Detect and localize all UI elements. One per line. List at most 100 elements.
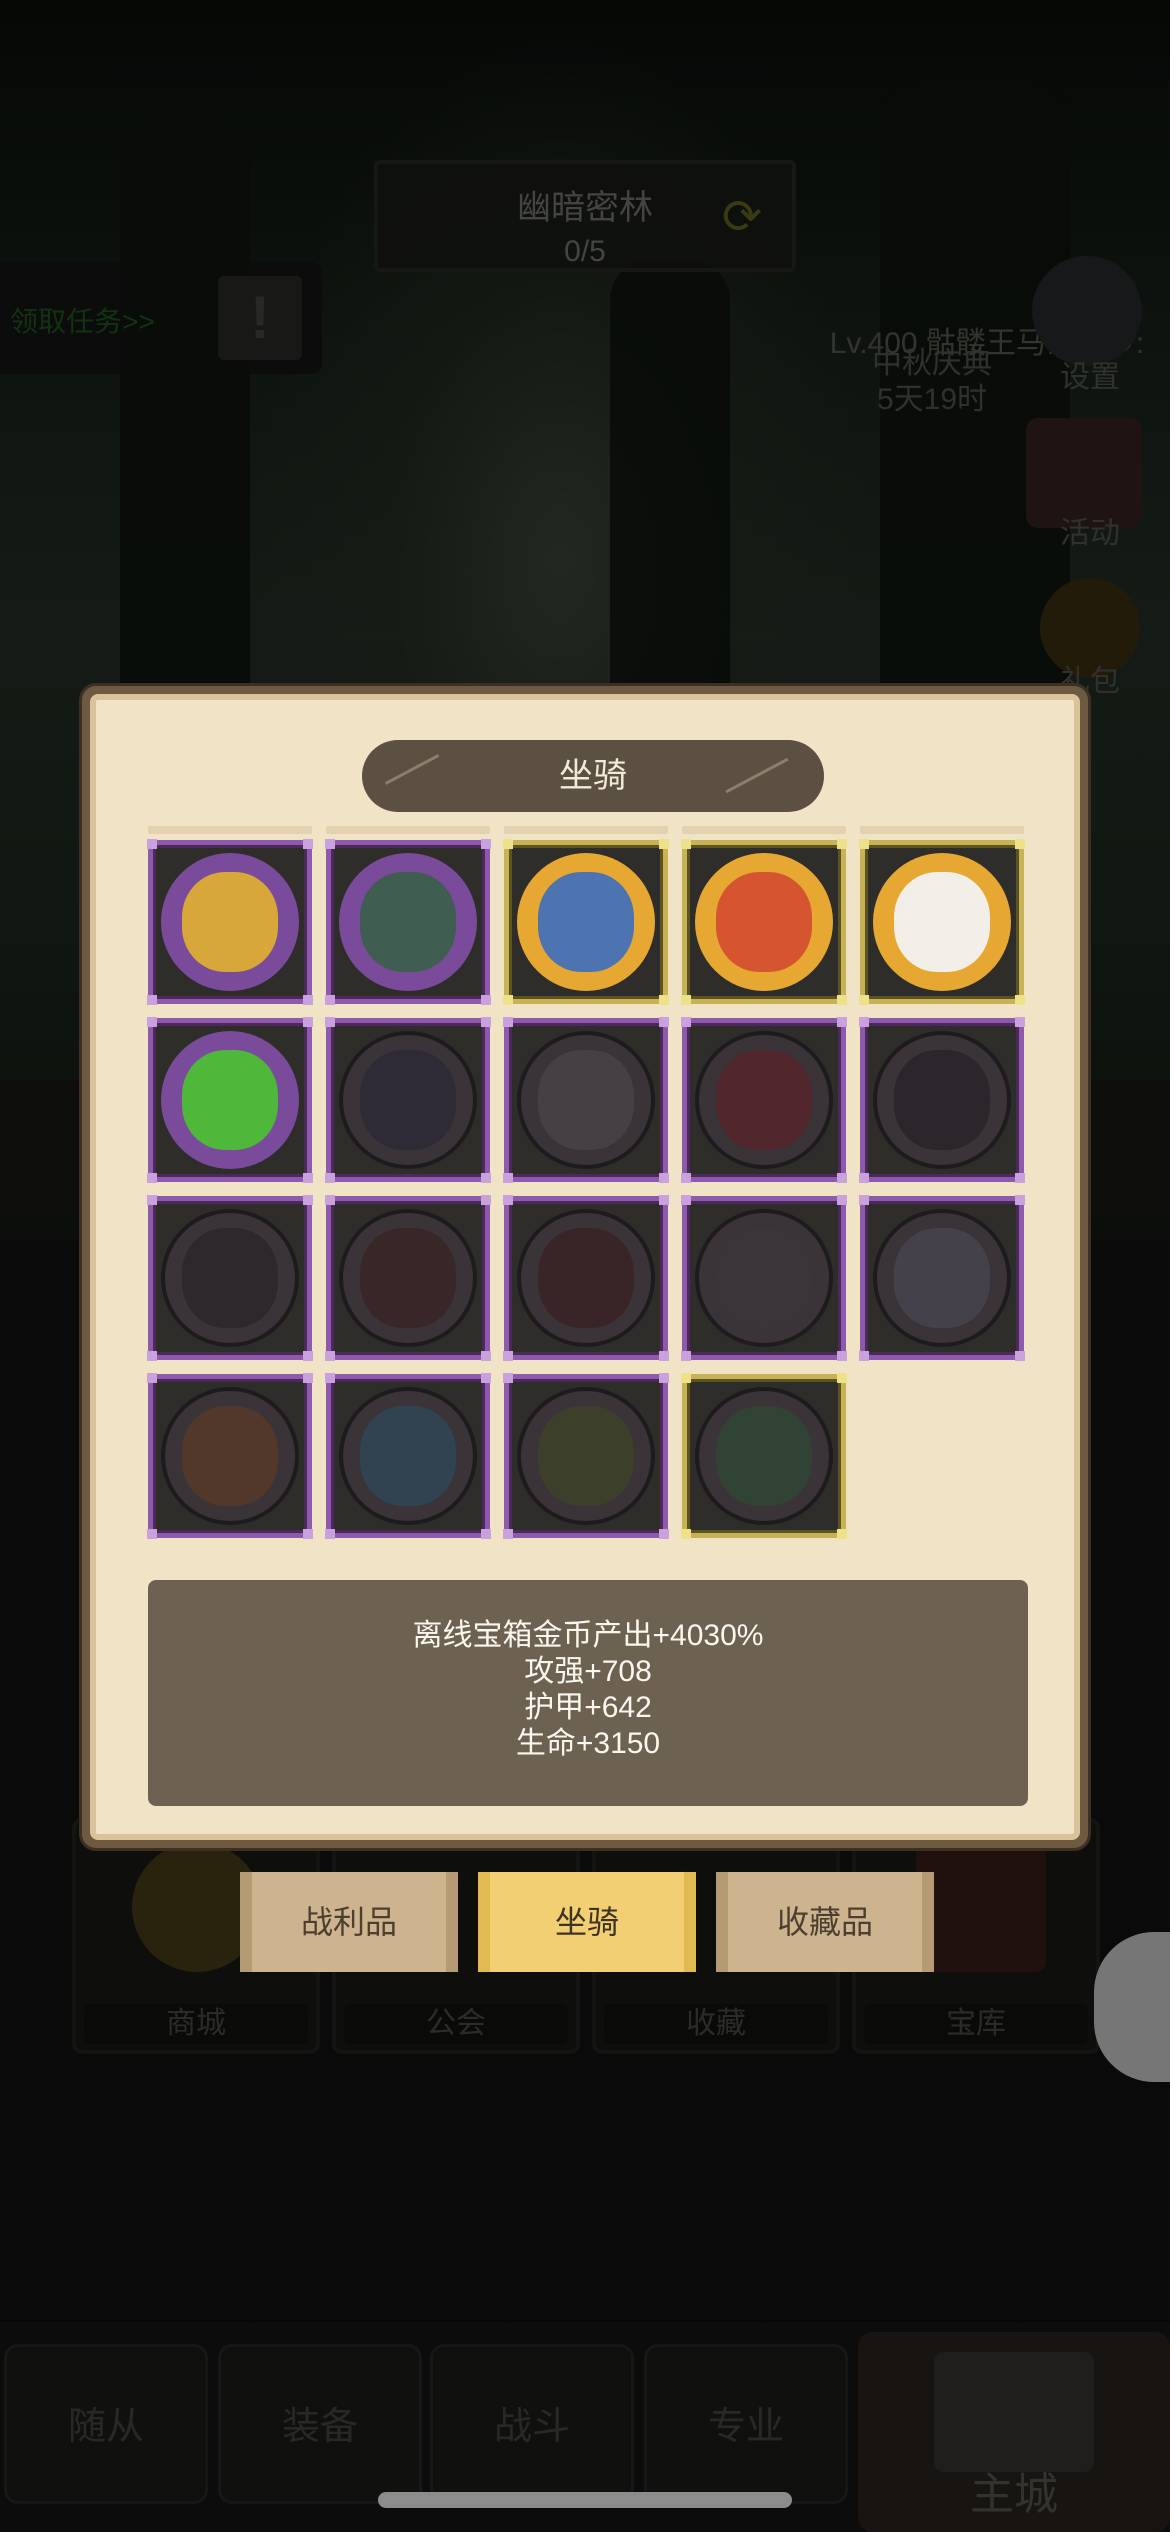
- stat-attack: 攻强+708: [524, 1655, 652, 1688]
- slot-corner: [325, 1017, 335, 1027]
- shelf-divider: [682, 826, 846, 834]
- tab-collectibles[interactable]: 收藏品: [716, 1872, 934, 1972]
- mount-face: [716, 1406, 812, 1506]
- slot-corner: [303, 1351, 313, 1361]
- raven-icon: [339, 1031, 477, 1169]
- hex-turtle-icon: [161, 1387, 299, 1525]
- mount-slot[interactable]: [503, 1195, 669, 1361]
- mount-slot[interactable]: [681, 839, 847, 1005]
- slot-corner: [859, 1351, 869, 1361]
- slot-corner: [325, 1373, 335, 1383]
- slot-corner: [503, 1351, 513, 1361]
- shelf-divider: [148, 826, 312, 834]
- slot-corner: [659, 839, 669, 849]
- mount-slot[interactable]: [147, 1017, 313, 1183]
- silver-knight-icon: [873, 1209, 1011, 1347]
- slot-corner: [147, 1195, 157, 1205]
- slot-corner: [859, 1195, 869, 1205]
- slot-corner: [147, 1373, 157, 1383]
- dark-horse-icon: [517, 1209, 655, 1347]
- mount-slot[interactable]: [147, 1373, 313, 1539]
- slot-corner: [681, 1017, 691, 1027]
- slot-corner: [303, 1195, 313, 1205]
- slot-corner: [659, 1373, 669, 1383]
- mech-beast-icon: [695, 853, 833, 991]
- slot-corner: [1015, 1173, 1025, 1183]
- mount-slot[interactable]: [859, 1195, 1025, 1361]
- slot-corner: [481, 1195, 491, 1205]
- slot-corner: [1015, 1017, 1025, 1027]
- mount-slot[interactable]: [681, 1017, 847, 1183]
- mount-face: [894, 1050, 990, 1150]
- tab-loot[interactable]: 战利品: [240, 1872, 458, 1972]
- panther-icon: [873, 1031, 1011, 1169]
- stat-offline-gold: 离线宝箱金币产出+4030%: [412, 1619, 764, 1652]
- mount-face: [538, 1406, 634, 1506]
- slot-corner: [1015, 839, 1025, 849]
- slot-corner: [837, 1373, 847, 1383]
- slot-corner: [859, 1173, 869, 1183]
- dialog-title: 坐骑: [362, 740, 824, 812]
- slot-corner: [503, 995, 513, 1005]
- mount-slot[interactable]: [147, 1195, 313, 1361]
- slot-corner: [303, 1373, 313, 1383]
- slot-corner: [481, 839, 491, 849]
- slot-corner: [681, 839, 691, 849]
- slot-corner: [147, 839, 157, 849]
- mount-slot[interactable]: [503, 839, 669, 1005]
- slot-corner: [147, 1173, 157, 1183]
- slot-corner: [659, 1017, 669, 1027]
- slot-corner: [481, 1529, 491, 1539]
- dialog-title-text: 坐骑: [559, 757, 627, 795]
- slot-corner: [659, 995, 669, 1005]
- slot-corner: [303, 1017, 313, 1027]
- slot-corner: [503, 1373, 513, 1383]
- slot-corner: [481, 995, 491, 1005]
- armored-beast-icon: [695, 1209, 833, 1347]
- shelf-divider: [860, 826, 1024, 834]
- green-frog-icon: [695, 1387, 833, 1525]
- blue-crystal-icon: [339, 1387, 477, 1525]
- wolf-icon: [517, 1031, 655, 1169]
- mount-face: [716, 1050, 812, 1150]
- mount-slot[interactable]: [325, 1373, 491, 1539]
- mount-slot[interactable]: [503, 1017, 669, 1183]
- slot-corner: [659, 1529, 669, 1539]
- white-fox-icon: [873, 853, 1011, 991]
- slot-corner: [837, 1017, 847, 1027]
- mount-face: [538, 1050, 634, 1150]
- mount-slot[interactable]: [681, 1373, 847, 1539]
- slot-corner: [859, 839, 869, 849]
- mount-slot[interactable]: [503, 1373, 669, 1539]
- mount-slot[interactable]: [325, 839, 491, 1005]
- mount-slot[interactable]: [147, 839, 313, 1005]
- title-decoration: [725, 757, 789, 794]
- slot-corner: [837, 1529, 847, 1539]
- shelf-divider: [504, 826, 668, 834]
- horse-icon: [339, 1209, 477, 1347]
- slot-corner: [681, 1529, 691, 1539]
- tab-mounts[interactable]: 坐骑: [478, 1872, 696, 1972]
- slot-corner: [303, 995, 313, 1005]
- slot-corner: [1015, 1195, 1025, 1205]
- slot-corner: [681, 1373, 691, 1383]
- dialog-panel: 坐骑 离线宝箱金币产出+4030% 攻强+708 护甲+642 生命+3150: [90, 694, 1080, 1840]
- mount-face: [182, 872, 278, 972]
- slot-corner: [503, 1195, 513, 1205]
- mount-slot[interactable]: [859, 1017, 1025, 1183]
- mount-slot[interactable]: [859, 839, 1025, 1005]
- mount-face: [360, 872, 456, 972]
- mount-slot[interactable]: [325, 1195, 491, 1361]
- stone-golem-icon: [339, 853, 477, 991]
- slot-corner: [503, 1529, 513, 1539]
- mount-slot[interactable]: [681, 1195, 847, 1361]
- mount-slot[interactable]: [325, 1017, 491, 1183]
- lizard-icon: [517, 1387, 655, 1525]
- red-armor-icon: [695, 1031, 833, 1169]
- mount-stats-panel: 离线宝箱金币产出+4030% 攻强+708 护甲+642 生命+3150: [148, 1580, 1028, 1806]
- slot-corner: [837, 1351, 847, 1361]
- slot-corner: [681, 1173, 691, 1183]
- slot-corner: [325, 1351, 335, 1361]
- slot-corner: [481, 1373, 491, 1383]
- slot-corner: [325, 839, 335, 849]
